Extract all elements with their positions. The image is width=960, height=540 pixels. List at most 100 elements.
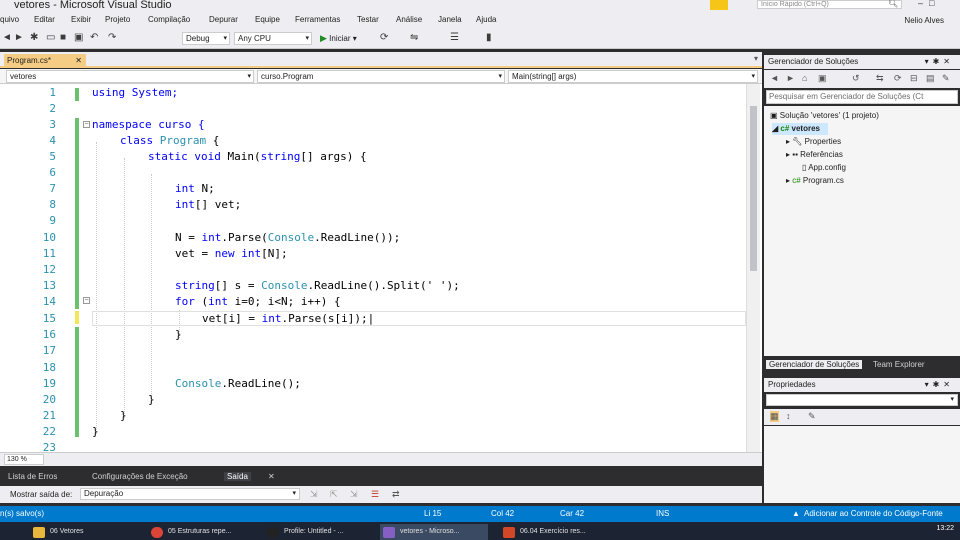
refresh-icon[interactable]: ⟳ xyxy=(894,73,902,84)
open-icon[interactable]: ▭ xyxy=(46,32,55,44)
prev-message-icon[interactable]: ⇱ xyxy=(330,489,338,500)
scrollbar-thumb[interactable] xyxy=(750,106,757,271)
current-line-highlight xyxy=(92,311,746,326)
browser-link-icon[interactable]: ⟳ xyxy=(380,32,388,44)
tree-item-app-config[interactable]: ▯ App.config xyxy=(802,162,846,174)
home-icon[interactable]: ⌂ xyxy=(802,73,807,83)
clear-all-icon[interactable]: ☰ xyxy=(371,489,379,500)
tab-exception-settings[interactable]: Configurações de Exceção xyxy=(92,472,188,481)
menu-debug[interactable]: Depurar xyxy=(209,15,238,24)
menu-build[interactable]: Compilação xyxy=(148,15,190,24)
pane-controls[interactable]: ▾✱✕ xyxy=(925,55,954,68)
comment-icon[interactable]: ⇋ xyxy=(410,32,418,44)
tab-solution-explorer[interactable]: Gerenciador de Soluções xyxy=(766,360,863,369)
solution-config-select[interactable]: Debug ▾ xyxy=(182,32,230,45)
collapse-icon[interactable]: − xyxy=(83,297,90,304)
solution-explorer-search[interactable]: Pesquisar em Gerenciador de Soluções (Ct xyxy=(766,90,958,104)
show-all-files-icon[interactable]: ▤ xyxy=(926,73,935,84)
add-to-source-control-button[interactable]: Adicionar ao Controle do Código-Fonte xyxy=(804,509,943,518)
code-line-4: class Program { xyxy=(120,134,219,147)
line-number: 22 xyxy=(42,425,56,438)
categorized-icon[interactable]: ▦ xyxy=(770,411,779,422)
menu-team[interactable]: Equipe xyxy=(255,15,280,24)
next-message-icon[interactable]: ⇲ xyxy=(350,489,358,500)
forward-icon[interactable]: ► xyxy=(786,73,795,83)
undo-icon[interactable]: ↶ xyxy=(90,32,98,44)
menu-edit[interactable]: Editar xyxy=(34,15,55,24)
tab-program-cs[interactable]: Program.cs* ✕ xyxy=(4,54,86,68)
platform-select[interactable]: Any CPU ▾ xyxy=(234,32,312,45)
menu-test[interactable]: Testar xyxy=(357,15,379,24)
property-pages-icon[interactable]: ✎ xyxy=(808,411,816,422)
change-marker-unsaved xyxy=(75,311,79,324)
class-nav-select[interactable]: curso.Program ▾ xyxy=(257,70,505,83)
editor-scrollbar[interactable] xyxy=(746,84,760,452)
tree-item-program-cs[interactable]: ▸ c# Program.cs xyxy=(786,175,844,187)
quick-launch-input[interactable]: Início Rápido (Ctrl+Q) xyxy=(757,0,902,9)
taskbar-item-powerpoint[interactable]: 06.04 Exercício res... xyxy=(500,524,608,540)
project-nav-select[interactable]: vetores ▾ xyxy=(6,70,254,83)
close-icon[interactable]: ✕ xyxy=(75,54,82,67)
code-token: int xyxy=(208,295,228,308)
menu-view[interactable]: Exibir xyxy=(71,15,91,24)
window-controls[interactable]: –□ xyxy=(918,0,940,8)
start-button[interactable]: ▶ Iniciar ▾ xyxy=(320,32,357,45)
new-project-icon[interactable]: ✱ xyxy=(30,32,38,44)
menu-project[interactable]: Projeto xyxy=(105,15,130,24)
search-icon[interactable]: 🔍︎ xyxy=(888,0,898,8)
taskbar-item-profile[interactable]: Profile: Untitled - ... xyxy=(264,524,370,540)
tab-output[interactable]: Saída xyxy=(224,472,251,481)
line-number: 18 xyxy=(42,361,56,374)
menu-window[interactable]: Janela xyxy=(438,15,462,24)
member-nav-select[interactable]: Main(string[] args) ▾ xyxy=(508,70,758,83)
word-wrap-icon[interactable]: ⇄ xyxy=(392,489,400,500)
taskbar-item-folder[interactable]: 06 Vetores xyxy=(30,524,130,540)
user-name[interactable]: Nelio Alves xyxy=(904,16,944,25)
pending-changes-icon[interactable]: ↺ xyxy=(852,73,860,84)
line-number: 16 xyxy=(42,328,56,341)
tree-project[interactable]: ◢ c# vetores xyxy=(772,123,828,135)
switch-views-icon[interactable]: ▣ xyxy=(818,73,827,84)
tab-team-explorer[interactable]: Team Explorer xyxy=(870,360,928,369)
bookmark-icon[interactable]: ▮ xyxy=(486,32,492,44)
menu-help[interactable]: Ajuda xyxy=(476,15,496,24)
close-icon[interactable]: ✕ xyxy=(268,472,275,481)
tree-item-references[interactable]: ▸ ▪▪ Referências xyxy=(786,149,843,161)
find-message-icon[interactable]: ⇲ xyxy=(310,489,318,500)
properties-object-select[interactable]: ▾ xyxy=(766,394,958,406)
collapse-icon[interactable]: − xyxy=(83,121,90,128)
forward-icon[interactable]: ► xyxy=(14,32,24,44)
code-line-13: string[] s = Console.ReadLine().Split(' … xyxy=(175,279,460,292)
code-token: class xyxy=(120,134,160,147)
collapse-all-icon[interactable]: ⊟ xyxy=(910,73,918,84)
save-icon[interactable]: ■ xyxy=(60,32,66,44)
code-token: [] args) { xyxy=(300,150,367,163)
code-editor[interactable]: − − 1 2 3 4 5 6 7 8 9 10 11 12 13 14 15 … xyxy=(0,84,762,454)
member-nav-value: Main(string[] args) xyxy=(512,72,577,81)
line-number: 9 xyxy=(49,214,56,227)
menu-analyze[interactable]: Análise xyxy=(396,15,422,24)
properties-icon[interactable]: ✎ xyxy=(942,73,950,84)
zoom-select[interactable]: 130 % xyxy=(4,454,44,465)
sync-icon[interactable]: ⇆ xyxy=(876,73,884,84)
indent-icon[interactable]: ☰ xyxy=(450,32,459,44)
output-source-select[interactable]: Depuração ▾ xyxy=(80,488,300,500)
feedback-flag-icon[interactable] xyxy=(710,0,728,10)
tree-solution[interactable]: ▣ Solução 'vetores' (1 projeto) xyxy=(770,110,879,122)
chevron-down-icon: ▾ xyxy=(751,73,755,80)
taskbar-item-chrome[interactable]: 05 Estruturas repe... xyxy=(148,524,252,540)
alphabetical-icon[interactable]: ↕ xyxy=(786,411,791,421)
tree-item-properties[interactable]: ▸ 🔧︎ Properties xyxy=(786,136,841,148)
taskbar-item-visual-studio[interactable]: vetores - Microso... xyxy=(380,524,488,540)
tab-error-list[interactable]: Lista de Erros xyxy=(8,472,57,481)
back-icon[interactable]: ◄ xyxy=(770,73,779,83)
redo-icon[interactable]: ↷ xyxy=(108,32,116,44)
menu-tools[interactable]: Ferramentas xyxy=(295,15,340,24)
solution-explorer-toolbar: ◄ ► ⌂ ▣ ↺ ⇆ ⟳ ⊟ ▤ ✎ xyxy=(764,70,960,88)
tab-overflow-icon[interactable]: ▾ xyxy=(754,54,758,63)
back-icon[interactable]: ◄ xyxy=(2,32,12,44)
save-all-icon[interactable]: ▣ xyxy=(74,32,83,44)
pane-controls[interactable]: ▾✱✕ xyxy=(925,378,954,391)
line-number: 20 xyxy=(42,393,56,406)
menu-file[interactable]: quivo xyxy=(0,15,19,24)
